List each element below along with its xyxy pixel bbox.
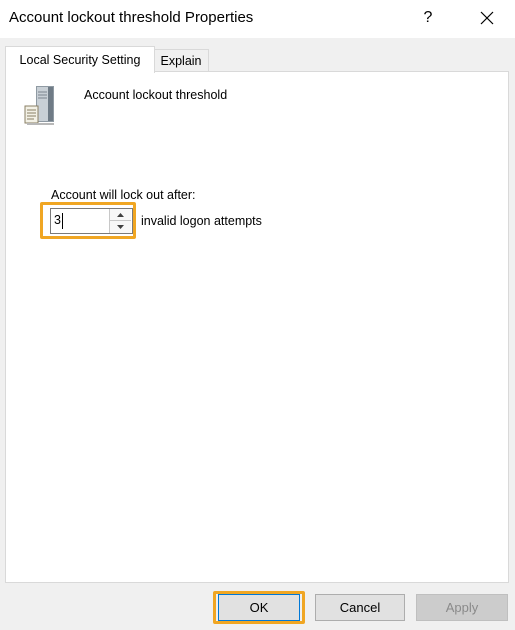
tab-local-security-setting[interactable]: Local Security Setting xyxy=(5,46,155,73)
apply-button[interactable]: Apply xyxy=(416,594,508,621)
help-button[interactable]: ? xyxy=(405,0,451,36)
title-bar: Account lockout threshold Properties ? xyxy=(0,0,515,38)
spin-down-button[interactable] xyxy=(110,221,131,233)
spin-buttons xyxy=(109,209,132,233)
window-title: Account lockout threshold Properties xyxy=(9,9,254,26)
cancel-button[interactable]: Cancel xyxy=(315,594,405,621)
lockout-suffix-label: invalid logon attempts xyxy=(141,214,262,228)
ok-button[interactable]: OK xyxy=(218,594,300,621)
settings-panel xyxy=(5,71,509,583)
ok-highlight-box: OK xyxy=(213,591,305,624)
text-caret xyxy=(62,213,63,229)
spin-up-button[interactable] xyxy=(110,209,131,221)
tab-explain[interactable]: Explain xyxy=(153,49,209,72)
chevron-down-icon xyxy=(117,225,124,229)
server-policy-icon xyxy=(24,86,54,125)
chevron-up-icon xyxy=(117,212,124,217)
close-button[interactable] xyxy=(464,0,510,36)
help-icon: ? xyxy=(423,9,433,26)
lockout-threshold-value[interactable]: 3 xyxy=(54,213,61,227)
policy-name: Account lockout threshold xyxy=(84,88,228,102)
lockout-prefix-label: Account will lock out after: xyxy=(51,188,196,202)
close-icon xyxy=(480,11,494,25)
highlight-box: 3 xyxy=(40,202,136,239)
tab-label: Explain xyxy=(160,54,202,68)
tab-label: Local Security Setting xyxy=(19,53,141,67)
lockout-threshold-spinbox[interactable]: 3 xyxy=(50,208,133,234)
